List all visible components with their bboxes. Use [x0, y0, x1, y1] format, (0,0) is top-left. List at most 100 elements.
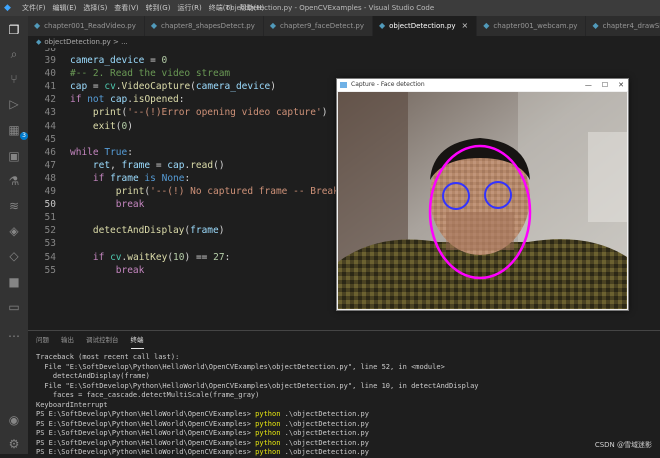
close-button[interactable]: ✕ [618, 79, 624, 91]
python-file-icon: ◆ [36, 38, 42, 46]
git-lens-icon[interactable]: ◇ [6, 248, 22, 264]
terminal-line: File "E:\SoftDevelop\Python\HelloWorld\O… [36, 362, 445, 371]
line-number: 42 [44, 94, 56, 106]
line-number: 52 [44, 225, 56, 237]
terminal-line: File "E:\SoftDevelop\Python\HelloWorld\O… [36, 381, 479, 390]
video-frame [338, 92, 627, 309]
source-control-icon[interactable]: ⑂ [6, 71, 22, 87]
minimize-button[interactable]: — [585, 79, 592, 91]
database-icon[interactable]: ≋ [6, 198, 22, 214]
activity-bar: ❐ ⌕ ⑂ ▷ ▦ 3 ▣ ⚗ ≋ ◈ ◇ ■ ▭ ⋯ ◉ ⚙ [0, 16, 28, 454]
python-file-icon: ◆ [483, 21, 490, 30]
maximize-button[interactable]: ☐ [602, 79, 608, 91]
webcam-image [338, 92, 627, 309]
tab-label: chapter9_faceDetect.py [280, 22, 364, 30]
editor-tabs: ◆ chapter001_ReadVideo.py ◆ chapter8_shapes… [28, 16, 660, 36]
line-number: 50 [44, 199, 56, 211]
menu-item[interactable]: 终端(T) [209, 0, 233, 16]
title-bar: ◆ 文件(F) 编辑(E) 选择(S) 查看(V) 转到(G) 运行(R) 终端(T) 帮助(… [0, 0, 660, 16]
capture-title: Capture - Face detection [351, 81, 425, 88]
code-text: detectAndDisplay(frame) [92, 225, 225, 237]
line-number: 46 [44, 146, 56, 158]
menu-bar: 文件(F) 编辑(E) 选择(S) 查看(V) 转到(G) 运行(R) 终端(T) 帮助(H) [22, 0, 264, 16]
testing-icon[interactable]: ⚗ [6, 173, 22, 189]
extensions-icon[interactable]: ▦ 3 [6, 122, 28, 140]
line-number: 53 [44, 238, 56, 250]
code-text: cap = cv.VideoCapture(camera_device) [70, 81, 276, 93]
code-text: exit(0) [92, 120, 133, 132]
extensions-badge: 3 [20, 132, 28, 140]
menu-item[interactable]: 查看(V) [114, 0, 138, 16]
line-number: 40 [44, 68, 56, 80]
line-number: 47 [44, 159, 56, 171]
watermark: CSDN @雪域迷影 [594, 441, 652, 449]
line-number: 41 [44, 81, 56, 93]
terminal-line: PS E:\SoftDevelop\Python\HelloWorld\Open… [36, 410, 369, 418]
run-debug-icon[interactable]: ▷ [6, 96, 22, 112]
menu-item[interactable]: 选择(S) [83, 0, 107, 16]
editor-tab[interactable]: ◆ objectDetection.py × [372, 16, 478, 36]
tab-label: chapter001_ReadVideo.py [44, 22, 136, 30]
code-text: print('--(!) No captured frame -- Break!… [115, 186, 351, 197]
menu-item[interactable]: 运行(R) [177, 0, 201, 16]
terminal-line: PS E:\SoftDevelop\Python\HelloWorld\Open… [36, 419, 369, 428]
python-file-icon: ◆ [378, 21, 386, 30]
breadcrumb[interactable]: ◆ objectDetection.py > ... [28, 36, 660, 48]
code-text: print('--(!)Error opening video capture'… [92, 107, 328, 119]
code-text: ret, frame = cap.read() [92, 159, 225, 171]
close-tab-icon[interactable]: × [462, 16, 469, 36]
files-icon[interactable]: ❐ [6, 22, 22, 38]
editor-tab[interactable]: ◆ chapter8_shapesDetect.py [144, 16, 264, 36]
editor-tab[interactable]: ◆ chapter001_webcam.py [477, 16, 587, 36]
layers-icon[interactable]: ◈ [6, 223, 22, 239]
line-number: 55 [44, 264, 56, 276]
menu-item[interactable]: 文件(F) [22, 0, 46, 16]
python-file-icon: ◆ [269, 21, 276, 30]
code-line: 39 camera_device = 0 [28, 54, 660, 67]
bottom-panel: 问题 输出 调试控制台 终端 Traceback (most recent call … [28, 330, 660, 458]
terminal-line: faces = face_cascade.detectMultiScale(fr… [36, 391, 260, 399]
code-text: if not cap.isOpened: [70, 94, 185, 106]
code-text: while True: [70, 146, 133, 158]
remote-icon[interactable]: ▣ [6, 148, 22, 164]
line-number: 39 [44, 55, 56, 66]
terminal-line: PS E:\SoftDevelop\Python\HelloWorld\Open… [36, 438, 369, 447]
menu-item[interactable]: 转到(G) [146, 0, 171, 16]
panel-tab[interactable]: 问题 [36, 331, 49, 349]
account-icon[interactable]: ◉ [6, 412, 22, 428]
terminal-line: detectAndDisplay(frame) [36, 372, 150, 380]
folder-icon[interactable]: ▭ [6, 299, 22, 315]
settings-icon[interactable]: ⚙ [6, 436, 22, 452]
menu-item[interactable]: 帮助(H) [240, 0, 265, 16]
more-icon[interactable]: ⋯ [6, 328, 22, 344]
editor-tab[interactable]: ◆chapter4_drawShapes.py [586, 16, 660, 36]
breadcrumb-suffix[interactable]: > ... [113, 38, 128, 46]
terminal-line: PS E:\SoftDevelop\Python\HelloWorld\Open… [36, 448, 369, 456]
code-text: camera_device = 0 [70, 55, 168, 66]
panel-tab[interactable]: 终端 [130, 331, 144, 349]
panel-tab[interactable]: 调试控制台 [86, 331, 119, 349]
code-text: break [115, 199, 145, 211]
line-number: 45 [44, 133, 56, 145]
panel-tabs: 问题 输出 调试控制台 终端 [36, 331, 144, 349]
terminal-output[interactable]: Traceback (most recent call last): File … [36, 353, 656, 458]
line-number: 54 [44, 251, 56, 263]
breadcrumb-file[interactable]: objectDetection.py [44, 38, 110, 46]
code-text: if frame is None: [92, 172, 191, 184]
vscode-logo-icon: ◆ [4, 3, 11, 13]
panel-tab[interactable]: 输出 [61, 331, 74, 349]
terminal-line: PS E:\SoftDevelop\Python\HelloWorld\Open… [36, 429, 369, 437]
docker-icon[interactable]: ■ [6, 274, 22, 290]
terminal-line: Traceback (most recent call last): [36, 353, 180, 361]
menu-item[interactable]: 编辑(E) [53, 0, 77, 16]
capture-window[interactable]: Capture - Face detection — ☐ ✕ [336, 78, 629, 311]
terminal-line: KeyboardInterrupt [36, 400, 108, 409]
code-text: #-- 2. Read the video stream [70, 68, 231, 80]
line-number: 51 [44, 212, 56, 224]
line-number: 49 [44, 186, 56, 197]
python-file-icon: ◆ [592, 21, 599, 30]
editor-tab[interactable]: ◆ chapter9_faceDetect.py [263, 16, 373, 36]
editor-tab[interactable]: ◆ chapter001_ReadVideo.py [28, 16, 145, 36]
capture-title-bar[interactable]: Capture - Face detection — ☐ ✕ [337, 79, 628, 91]
search-icon[interactable]: ⌕ [6, 46, 22, 62]
